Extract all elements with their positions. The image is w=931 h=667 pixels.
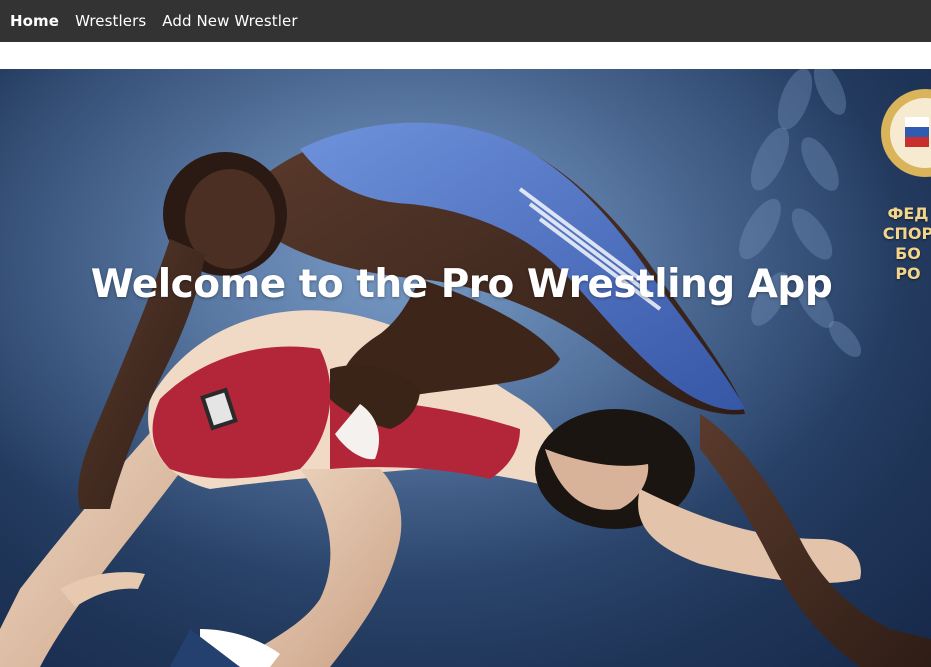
emblem-line-2: СПОР [882,224,931,243]
nav-link-wrestlers[interactable]: Wrestlers [75,12,146,30]
top-navbar: Home Wrestlers Add New Wrestler [0,0,931,42]
emblem-line-4: РО [895,264,921,283]
hero-banner: Welcome to the Pro Wrestling App ФЕД СПО… [0,69,931,667]
hero-title: Welcome to the Pro Wrestling App [90,262,833,307]
emblem-line-1: ФЕД [887,204,929,223]
emblem-text: ФЕД СПОР БО РО [878,204,931,284]
nav-link-home[interactable]: Home [10,12,59,30]
wrestlers-hero-image [0,69,931,667]
nav-link-add-new-wrestler[interactable]: Add New Wrestler [162,12,297,30]
emblem-line-3: БО [895,244,921,263]
